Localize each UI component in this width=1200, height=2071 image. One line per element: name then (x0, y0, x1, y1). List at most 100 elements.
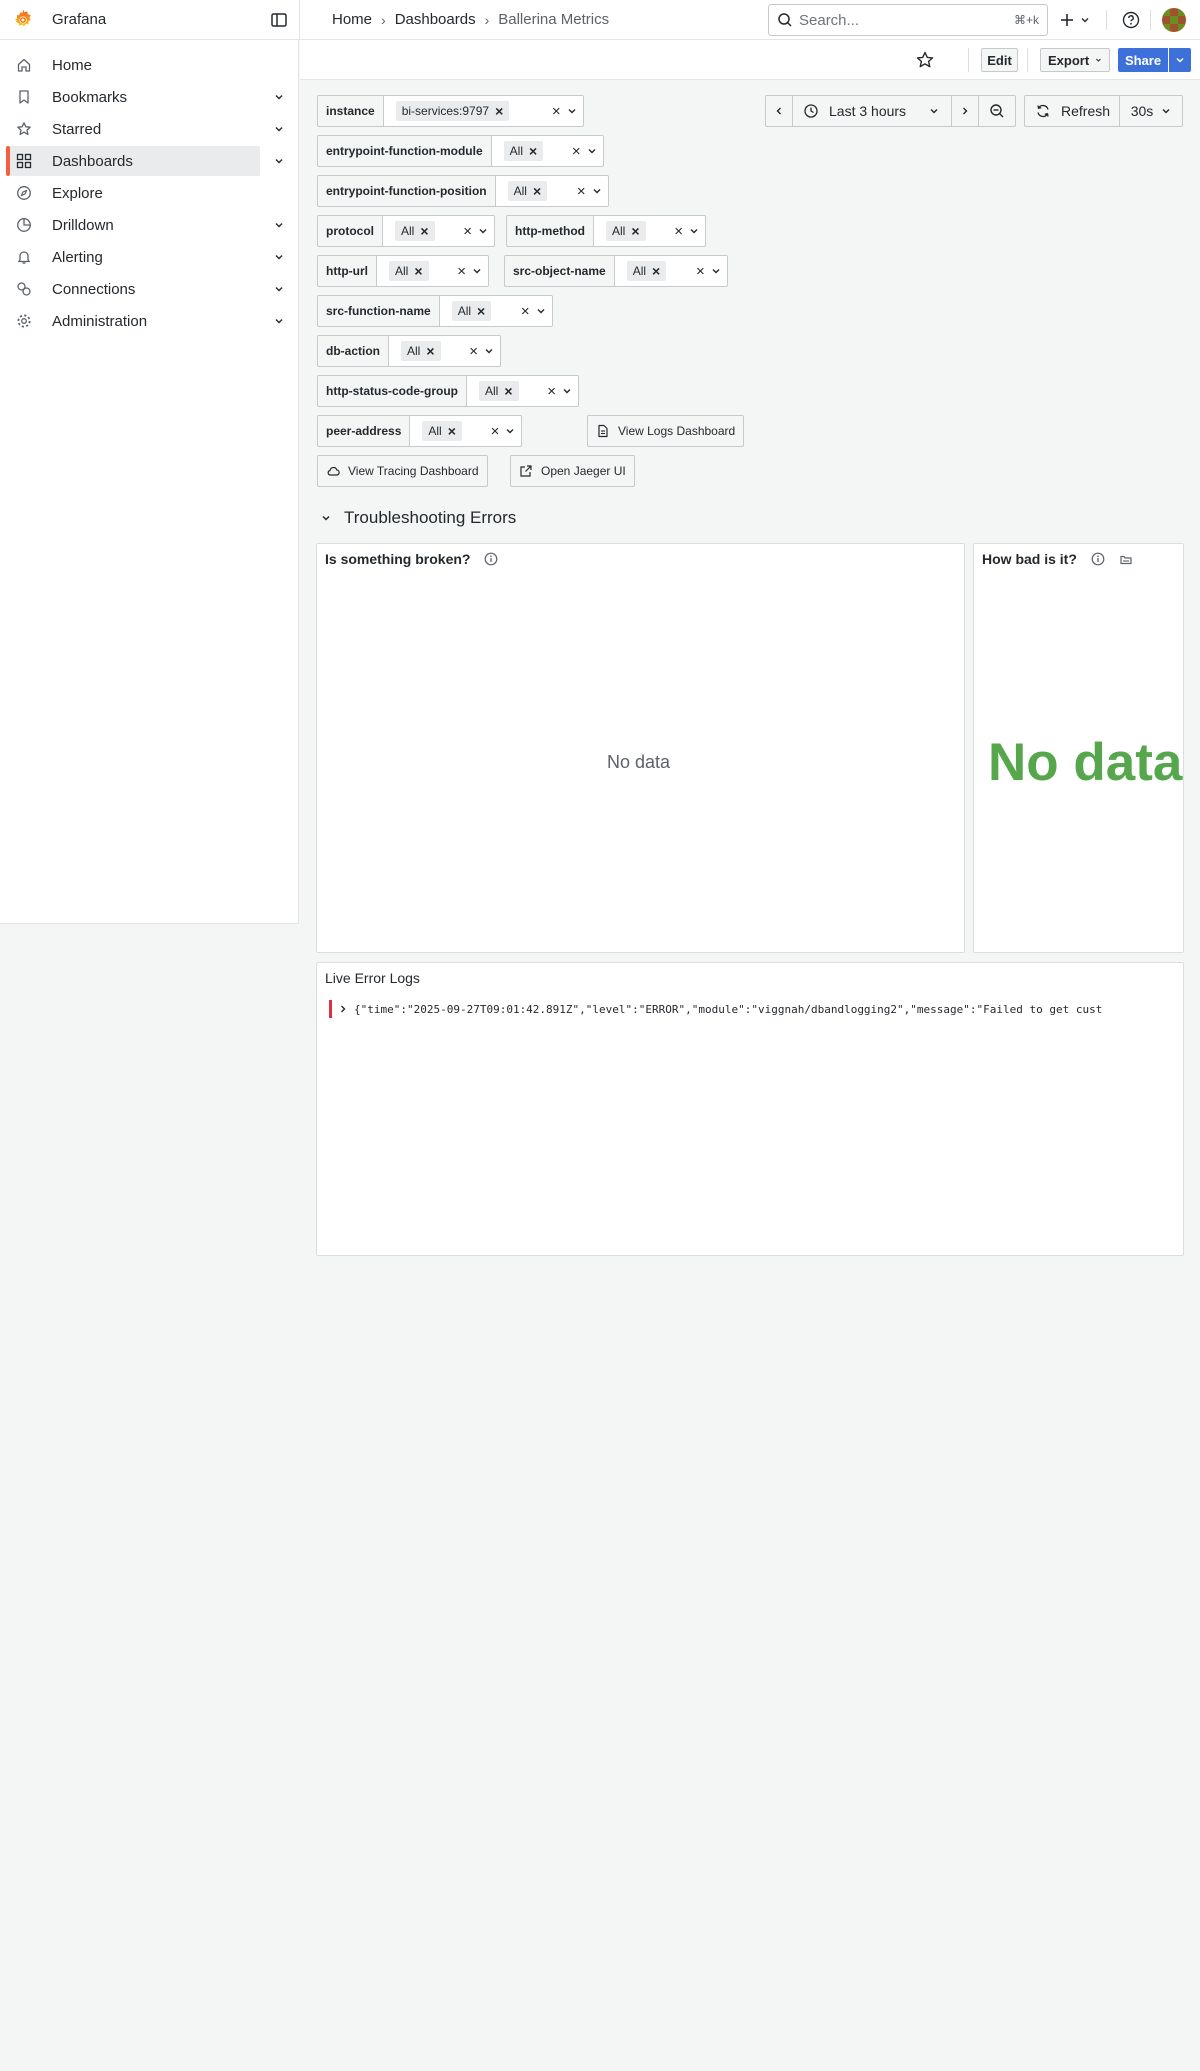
new-button[interactable] (1060, 9, 1090, 31)
variable-picker[interactable]: All × × (409, 415, 523, 447)
row-troubleshooting-errors[interactable]: Troubleshooting Errors (320, 508, 516, 528)
variable-picker[interactable]: All × × (490, 135, 604, 167)
clear-icon[interactable]: × (577, 183, 586, 200)
refresh-interval-picker[interactable]: 30s (1119, 95, 1183, 127)
panel-header[interactable]: Is something broken? (325, 551, 498, 567)
chevron-down-icon[interactable] (273, 315, 285, 327)
help-icon[interactable] (1121, 10, 1141, 30)
selected-value-chip: All × (507, 181, 548, 201)
open-jaeger-ui-link[interactable]: Open Jaeger UI (510, 455, 635, 487)
variable-picker[interactable]: All × × (465, 375, 579, 407)
chevron-down-icon (1096, 58, 1101, 62)
search-icon (777, 12, 793, 28)
top-bar: Grafana Home › Dashboards › Ballerina Me… (0, 0, 1200, 40)
chevron-right-icon[interactable] (338, 1004, 348, 1014)
time-range-back-button[interactable] (765, 95, 793, 127)
remove-value-icon[interactable]: × (652, 264, 660, 278)
info-circle-icon[interactable] (1091, 552, 1105, 566)
remove-value-icon[interactable]: × (448, 424, 456, 438)
document-icon (598, 424, 608, 438)
chevron-down-icon[interactable] (273, 123, 285, 135)
variable-picker[interactable]: All × × (494, 175, 609, 207)
brand-name[interactable]: Grafana (52, 11, 106, 28)
variable-picker[interactable]: All × × (592, 215, 706, 247)
clear-icon[interactable]: × (547, 383, 556, 400)
chevron-down-icon (506, 429, 514, 434)
sidebar-item-drilldown[interactable]: Drilldown (8, 210, 283, 240)
chevron-down-icon (593, 189, 601, 194)
clear-icon[interactable]: × (674, 223, 683, 240)
clear-icon[interactable]: × (457, 263, 466, 280)
log-row[interactable]: {"time":"2025-09-27T09:01:42.891Z","leve… (329, 999, 1179, 1019)
sidebar-item-home[interactable]: Home (8, 50, 260, 80)
panel-header[interactable]: Live Error Logs (325, 970, 420, 986)
clear-icon[interactable]: × (463, 223, 472, 240)
refresh-button[interactable]: Refresh (1024, 95, 1120, 127)
variable-label: entrypoint-function-module (317, 135, 491, 167)
sidebar-item-connections[interactable]: Connections (8, 274, 283, 304)
remove-value-icon[interactable]: × (533, 184, 541, 198)
remove-value-icon[interactable]: × (495, 104, 503, 118)
view-logs-dashboard-link[interactable]: View Logs Dashboard (587, 415, 745, 447)
info-circle-icon[interactable] (484, 552, 498, 566)
edit-button[interactable]: Edit (981, 48, 1018, 72)
panel-header[interactable]: How bad is it? (982, 551, 1133, 567)
time-range-forward-button[interactable] (951, 95, 979, 127)
mark-as-favorite-star-icon[interactable] (915, 50, 935, 70)
clear-icon[interactable]: × (491, 423, 500, 440)
clock-icon (804, 104, 818, 118)
clear-icon[interactable]: × (696, 263, 705, 280)
time-range-picker[interactable]: Last 3 hours (792, 95, 952, 127)
sidebar-item-bookmarks[interactable]: Bookmarks (8, 82, 283, 112)
remove-value-icon[interactable]: × (414, 264, 422, 278)
share-button[interactable]: Share (1118, 48, 1168, 72)
variable-picker[interactable]: All × × (438, 295, 553, 327)
chevron-down-icon[interactable] (273, 251, 285, 263)
variable-http-url: http-url All × × (317, 255, 489, 287)
remove-value-icon[interactable]: × (631, 224, 639, 238)
dock-menu-toggle-icon[interactable] (270, 11, 288, 29)
view-tracing-dashboard-link[interactable]: View Tracing Dashboard (317, 455, 488, 487)
clear-icon[interactable]: × (572, 143, 581, 160)
sidebar-item-explore[interactable]: Explore (8, 178, 260, 208)
chevron-down-icon (479, 229, 487, 234)
refresh-interval-label: 30s (1130, 103, 1154, 119)
user-avatar[interactable] (1162, 8, 1186, 32)
chip-label: All (509, 144, 523, 158)
refresh-label: Refresh (1061, 103, 1111, 119)
export-label: Export (1048, 52, 1090, 68)
breadcrumb-home[interactable]: Home (332, 11, 372, 28)
clear-icon[interactable]: × (552, 103, 561, 120)
variable-picker[interactable]: All × × (375, 255, 489, 287)
share-options-button[interactable] (1169, 48, 1191, 72)
variable-picker[interactable]: All × × (382, 215, 495, 247)
grafana-logo-icon[interactable] (11, 8, 35, 32)
variable-picker[interactable]: All × × (613, 255, 728, 287)
chevron-down-icon[interactable] (273, 91, 285, 103)
sidebar-item-starred[interactable]: Starred (8, 114, 283, 144)
zoom-out-button[interactable] (978, 95, 1016, 127)
remove-value-icon[interactable]: × (426, 344, 434, 358)
search-input[interactable]: Search... ⌘+k (768, 4, 1048, 36)
chevron-down-icon[interactable] (273, 283, 285, 295)
export-button[interactable]: Export (1040, 48, 1110, 72)
selected-value-chip: All × (503, 141, 544, 161)
selected-value-chip: All × (401, 341, 441, 361)
sidebar-item-label: Starred (52, 120, 102, 138)
chevron-down-icon[interactable] (273, 155, 285, 167)
sidebar-item-dashboards[interactable]: Dashboards (6, 146, 283, 176)
chevron-down-icon[interactable] (273, 219, 285, 231)
clear-icon[interactable]: × (521, 303, 530, 320)
breadcrumb-dashboards[interactable]: Dashboards (395, 11, 476, 28)
sidebar-item-administration[interactable]: Administration (8, 306, 283, 336)
variable-picker[interactable]: bi-services:9797 × × (382, 95, 584, 127)
remove-value-icon[interactable]: × (504, 384, 512, 398)
sidebar-item-alerting[interactable]: Alerting (8, 242, 283, 272)
remove-value-icon[interactable]: × (420, 224, 428, 238)
remove-value-icon[interactable]: × (529, 144, 537, 158)
clear-icon[interactable]: × (469, 343, 478, 360)
variable-picker[interactable]: All × × (388, 335, 501, 367)
remove-value-icon[interactable]: × (477, 304, 485, 318)
divider (1150, 10, 1151, 30)
panel-links-icon[interactable] (1119, 552, 1133, 566)
